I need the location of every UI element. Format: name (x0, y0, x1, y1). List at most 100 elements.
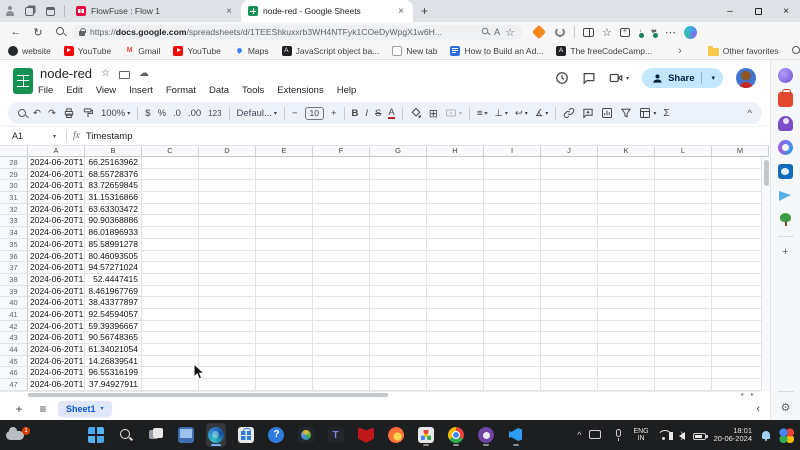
cell-empty[interactable] (655, 227, 712, 239)
cell-timestamp[interactable]: 2024-06-20T12:2 (28, 204, 85, 216)
tsearch-icon[interactable] (116, 423, 136, 447)
cell-empty[interactable] (484, 297, 541, 309)
cell-empty[interactable] (427, 239, 484, 251)
cell-empty[interactable] (427, 215, 484, 227)
cell-empty[interactable] (199, 192, 256, 204)
cell-empty[interactable] (256, 204, 313, 216)
downloads-icon[interactable]: ↓ (638, 27, 643, 38)
cell-empty[interactable] (370, 227, 427, 239)
cell-empty[interactable] (655, 192, 712, 204)
cell-empty[interactable] (598, 251, 655, 263)
format-currency-icon[interactable]: $ (145, 108, 150, 119)
cell-empty[interactable] (484, 204, 541, 216)
menu-item[interactable]: Help (337, 85, 357, 96)
cell-empty[interactable] (370, 332, 427, 344)
cell-empty[interactable] (313, 286, 370, 298)
toolbar-search-icon[interactable] (18, 109, 26, 117)
cell-empty[interactable] (541, 251, 598, 263)
cell-value[interactable]: 68.55728376 (85, 169, 142, 181)
cell-empty[interactable] (199, 262, 256, 274)
cell-empty[interactable] (598, 286, 655, 298)
row-header[interactable]: 30 (0, 180, 28, 192)
cell-value[interactable]: 92.54594057 (85, 309, 142, 321)
increase-decimal-icon[interactable]: .00 (188, 108, 201, 119)
microphone-icon[interactable] (611, 429, 625, 441)
horizontal-scrollbar[interactable]: ◂ ▸ (0, 391, 761, 397)
vertical-scrollbar[interactable] (761, 157, 770, 391)
column-header[interactable]: I (484, 146, 541, 157)
cell-empty[interactable] (484, 332, 541, 344)
cell-empty[interactable] (427, 321, 484, 333)
cell-empty[interactable] (313, 367, 370, 379)
cell-empty[interactable] (313, 192, 370, 204)
document-title[interactable]: node-red (40, 66, 92, 81)
cell-empty[interactable] (655, 321, 712, 333)
cell-value[interactable]: 96.55316199 (85, 367, 142, 379)
cell-empty[interactable] (199, 356, 256, 368)
add-sheet-icon[interactable]: + (10, 402, 28, 416)
menu-item[interactable]: Data (209, 85, 229, 96)
row-header[interactable]: 44 (0, 344, 28, 356)
cell-empty[interactable] (427, 286, 484, 298)
functions-icon[interactable]: Σ (663, 107, 670, 119)
weather-widget[interactable]: 1 (6, 431, 36, 440)
cell-empty[interactable] (142, 180, 199, 192)
hidden-icons-chevron[interactable]: ^ (577, 430, 581, 440)
cell-empty[interactable] (427, 180, 484, 192)
cell-value[interactable]: 86.01896933 (85, 227, 142, 239)
cell-empty[interactable] (370, 321, 427, 333)
help-icon[interactable] (266, 423, 286, 447)
bold-button[interactable]: B (352, 108, 359, 119)
cell-empty[interactable] (427, 309, 484, 321)
cell-empty[interactable] (598, 169, 655, 181)
cell-empty[interactable] (256, 286, 313, 298)
cell-value[interactable]: 85.58991278 (85, 239, 142, 251)
horizontal-align-icon[interactable]: ≡▾ (477, 108, 488, 119)
cell-empty[interactable] (370, 356, 427, 368)
cell-empty[interactable] (199, 379, 256, 391)
menu-item[interactable]: File (38, 85, 53, 96)
bookmark-item[interactable]: YouTube (64, 46, 111, 56)
cell-empty[interactable] (256, 180, 313, 192)
cell-timestamp[interactable]: 2024-06-20T12:2 (28, 192, 85, 204)
cell-value[interactable]: 90.56748365 (85, 332, 142, 344)
cell-empty[interactable] (655, 157, 712, 169)
borders-icon[interactable]: ⊞ (429, 107, 438, 120)
cell-empty[interactable] (427, 251, 484, 263)
cell-empty[interactable] (142, 344, 199, 356)
cell-timestamp[interactable]: 2024-06-20T12:2 (28, 367, 85, 379)
cell-empty[interactable] (541, 379, 598, 391)
column-header[interactable]: J (541, 146, 598, 157)
cell-empty[interactable] (370, 157, 427, 169)
cell-empty[interactable] (655, 309, 712, 321)
cell-value[interactable]: 80.46093505 (85, 251, 142, 263)
cell-empty[interactable] (427, 297, 484, 309)
comment-icon[interactable] (582, 71, 596, 85)
insert-comment-icon[interactable] (582, 107, 594, 119)
cell-empty[interactable] (313, 180, 370, 192)
cell-value[interactable]: 38.43377897 (85, 297, 142, 309)
cell-empty[interactable] (541, 192, 598, 204)
cell-value[interactable]: 83.72659845 (85, 180, 142, 192)
cell-empty[interactable] (541, 215, 598, 227)
cell-empty[interactable] (256, 262, 313, 274)
cell-empty[interactable] (142, 379, 199, 391)
tab-close-icon[interactable]: × (224, 6, 234, 17)
cell-empty[interactable] (598, 239, 655, 251)
cell-empty[interactable] (655, 379, 712, 391)
cell-empty[interactable] (313, 169, 370, 181)
font-select[interactable]: Defaul...▾ (237, 108, 277, 119)
cell-empty[interactable] (598, 367, 655, 379)
cell-empty[interactable] (370, 180, 427, 192)
cell-empty[interactable] (313, 379, 370, 391)
cell-empty[interactable] (313, 239, 370, 251)
cell-empty[interactable] (484, 321, 541, 333)
bookmarks-overflow-icon[interactable]: › (678, 45, 682, 57)
cell-empty[interactable] (541, 180, 598, 192)
bookmark-item[interactable]: website (8, 46, 51, 56)
cell-timestamp[interactable]: 2024-06-20T12:2 (28, 344, 85, 356)
cell-empty[interactable] (427, 274, 484, 286)
menu-item[interactable]: Edit (66, 85, 82, 96)
merge-cells-icon[interactable]: ▾ (445, 107, 462, 119)
cell-timestamp[interactable]: 2024-06-20T12:2 (28, 274, 85, 286)
